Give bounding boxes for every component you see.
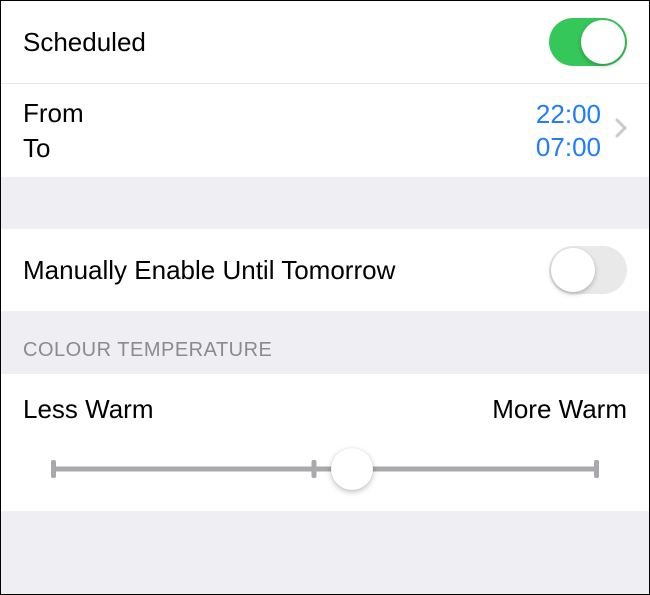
colour-temperature-slider[interactable] [53,449,597,489]
to-time-value: 07:00 [536,131,601,164]
less-warm-label: Less Warm [23,394,154,425]
manual-enable-row[interactable]: Manually Enable Until Tomorrow [1,229,649,311]
chevron-right-icon [615,118,627,144]
schedule-times-row[interactable]: From To 22:00 07:00 [1,83,649,177]
manual-enable-group: Manually Enable Until Tomorrow [1,229,649,311]
schedule-time-values: 22:00 07:00 [536,98,601,163]
manual-enable-toggle[interactable] [549,246,627,294]
to-label: To [23,132,84,165]
colour-temperature-section: Less Warm More Warm [1,374,649,511]
scheduled-label: Scheduled [23,27,146,58]
slider-thumb[interactable] [331,448,373,490]
slider-end-right [594,460,599,478]
more-warm-label: More Warm [492,394,627,425]
scheduled-row[interactable]: Scheduled [1,1,649,83]
toggle-knob [551,248,595,292]
slider-track [53,467,597,472]
slider-labels: Less Warm More Warm [23,394,627,425]
manual-enable-label: Manually Enable Until Tomorrow [23,255,395,286]
from-time-value: 22:00 [536,98,601,131]
section-gap [1,177,649,229]
slider-center-tick [312,460,317,478]
schedule-time-labels: From To [23,97,84,164]
from-label: From [23,97,84,130]
scheduled-group: Scheduled From To 22:00 07:00 [1,1,649,177]
toggle-knob [581,20,625,64]
scheduled-toggle[interactable] [549,18,627,66]
slider-end-left [51,460,56,478]
colour-temperature-header: COLOUR TEMPERATURE [1,311,649,374]
